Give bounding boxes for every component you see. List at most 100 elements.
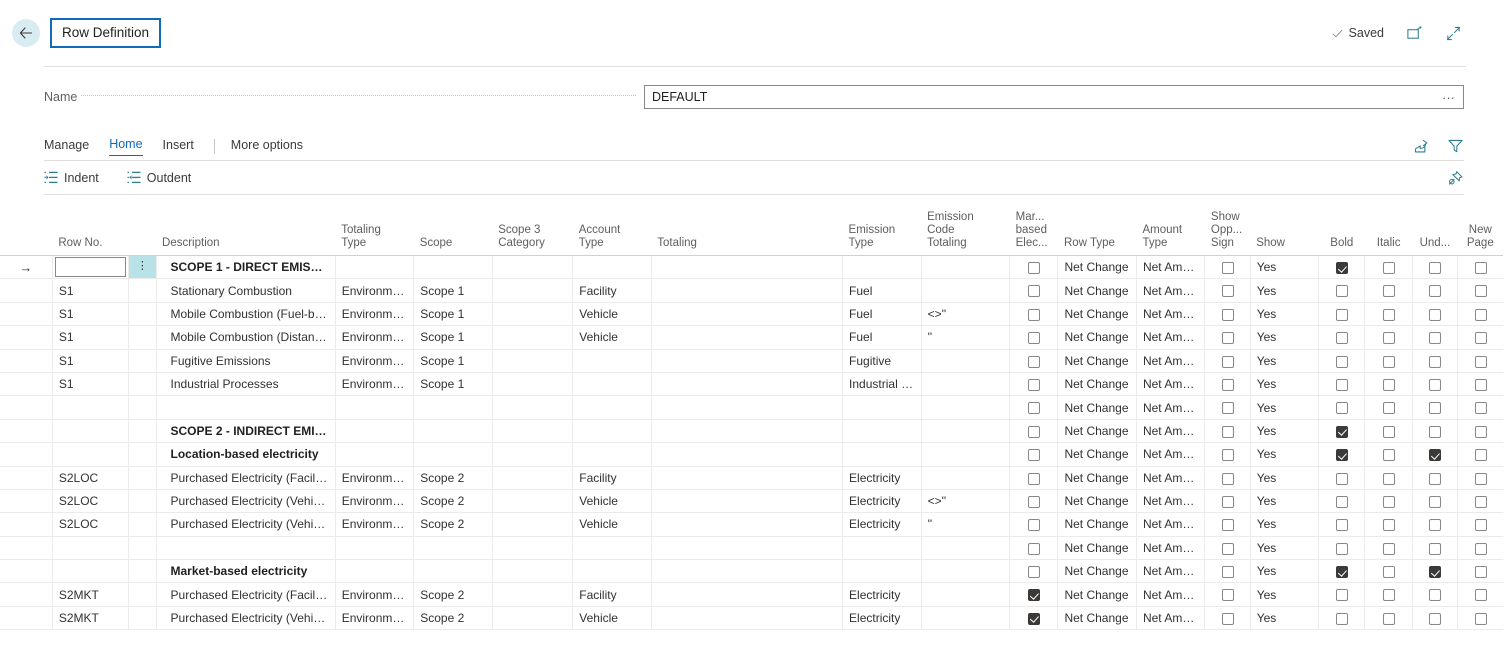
checkbox[interactable] [1335, 542, 1348, 555]
cell-scope3-category[interactable] [492, 395, 574, 420]
cell-emission-type[interactable]: Fuel [842, 302, 922, 327]
row-menu-button[interactable] [128, 349, 157, 373]
checkbox[interactable] [1474, 402, 1487, 415]
cell-description[interactable]: Location-based electricity [156, 442, 336, 467]
cell-scope[interactable]: Scope 2 [413, 512, 493, 537]
page-title[interactable]: Row Definition [50, 17, 162, 49]
cell-emission-type[interactable]: Electricity [842, 606, 922, 631]
share-button[interactable] [1414, 138, 1431, 154]
cell-show[interactable]: Yes [1250, 442, 1320, 467]
checkbox[interactable] [1428, 285, 1441, 298]
cell-emission-type[interactable]: Fugitive [842, 349, 922, 373]
checkbox[interactable] [1474, 285, 1487, 298]
checkbox[interactable] [1474, 425, 1487, 438]
cell-bold[interactable] [1318, 512, 1366, 537]
cell-amount-type[interactable]: Net Amount [1136, 582, 1206, 607]
cell-totaling-type[interactable] [335, 419, 415, 444]
cell-underline[interactable] [1412, 606, 1459, 631]
checkbox[interactable] [1382, 519, 1395, 532]
cell-italic[interactable] [1364, 325, 1413, 350]
checkbox[interactable] [1335, 308, 1348, 321]
cell-row-type[interactable]: Net Change [1057, 512, 1137, 537]
cell-new-page[interactable] [1457, 442, 1503, 467]
checkbox[interactable] [1428, 542, 1441, 555]
cell-totaling-type[interactable]: Environme... [335, 489, 415, 514]
checkbox[interactable] [1221, 589, 1234, 602]
cell-totaling[interactable] [651, 325, 844, 350]
cell-scope3-category[interactable] [492, 255, 574, 280]
cell-bold[interactable] [1318, 559, 1366, 584]
cell-show[interactable]: Yes [1250, 278, 1320, 303]
cell-italic[interactable] [1364, 536, 1413, 561]
cell-italic[interactable] [1364, 372, 1413, 397]
checkbox[interactable] [1335, 378, 1348, 391]
cell-bold[interactable] [1318, 372, 1366, 397]
cell-account-type[interactable] [572, 372, 652, 397]
checkbox[interactable] [1335, 285, 1348, 298]
cell-account-type[interactable]: Vehicle [572, 606, 652, 631]
cell-emission-type[interactable]: Electricity [842, 489, 922, 514]
cell-show-opposite-sign[interactable] [1204, 278, 1251, 303]
header-show[interactable]: Show [1250, 211, 1319, 256]
cell-emission-type[interactable]: Industrial P... [842, 372, 922, 397]
checkbox[interactable] [1428, 449, 1441, 462]
name-lookup-button[interactable]: ··· [1440, 91, 1457, 104]
cell-account-type[interactable] [572, 442, 652, 467]
cell-scope3-category[interactable] [492, 582, 574, 607]
cell-account-type[interactable] [572, 395, 652, 420]
row-no-input[interactable] [54, 257, 127, 278]
open-in-new-window-button[interactable] [1406, 25, 1423, 42]
cell-row-type[interactable]: Net Change [1057, 325, 1137, 350]
cell-emission-code-totaling[interactable] [921, 372, 1011, 397]
cell-bold[interactable] [1318, 466, 1366, 490]
tab-home[interactable]: Home [109, 137, 143, 156]
checkbox[interactable] [1027, 285, 1040, 298]
cell-underline[interactable] [1412, 302, 1459, 327]
cell-description[interactable]: Purchased Electricity (Facilities) [156, 466, 336, 490]
cell-row-no[interactable]: S2LOC [52, 489, 130, 514]
header-totaling[interactable]: Totaling [651, 211, 843, 256]
cell-emission-type[interactable] [842, 442, 922, 467]
cell-account-type[interactable]: Facility [572, 582, 652, 607]
checkbox[interactable] [1382, 378, 1395, 391]
cell-bold[interactable] [1318, 489, 1366, 514]
cell-market-based-electricity[interactable] [1009, 582, 1059, 607]
checkbox[interactable] [1428, 495, 1441, 508]
cell-italic[interactable] [1364, 466, 1413, 490]
checkbox[interactable] [1335, 495, 1348, 508]
cell-italic[interactable] [1364, 489, 1413, 514]
checkbox[interactable] [1221, 495, 1234, 508]
cell-account-type[interactable]: Facility [572, 278, 652, 303]
cell-bold[interactable] [1318, 255, 1366, 280]
cell-show[interactable]: Yes [1250, 489, 1320, 514]
cell-scope[interactable] [413, 536, 493, 561]
row-menu-button[interactable] [128, 372, 157, 397]
cell-totaling[interactable] [651, 349, 844, 373]
cell-italic[interactable] [1364, 255, 1413, 280]
checkbox[interactable] [1428, 472, 1441, 485]
checkbox[interactable] [1027, 355, 1040, 368]
cell-amount-type[interactable]: Net Amount [1136, 512, 1206, 537]
cell-scope[interactable]: Scope 1 [413, 278, 493, 303]
cell-emission-code-totaling[interactable] [921, 606, 1011, 631]
row-menu-button[interactable] [128, 302, 157, 327]
cell-show-opposite-sign[interactable] [1204, 582, 1251, 607]
cell-new-page[interactable] [1457, 349, 1503, 373]
cell-scope3-category[interactable] [492, 559, 574, 584]
cell-show[interactable]: Yes [1250, 395, 1320, 420]
cell-amount-type[interactable]: Net Amount [1136, 349, 1206, 373]
checkbox[interactable] [1474, 378, 1487, 391]
checkbox[interactable] [1474, 495, 1487, 508]
cell-show-opposite-sign[interactable] [1204, 442, 1251, 467]
cell-market-based-electricity[interactable] [1009, 349, 1059, 373]
cell-show-opposite-sign[interactable] [1204, 419, 1251, 444]
cell-totaling-type[interactable]: Environme... [335, 512, 415, 537]
cell-bold[interactable] [1318, 325, 1366, 350]
header-scope3-category[interactable]: Scope 3 Category [492, 211, 573, 256]
cell-scope3-category[interactable] [492, 606, 574, 631]
checkbox[interactable] [1428, 378, 1441, 391]
cell-italic[interactable] [1364, 349, 1413, 373]
cell-scope3-category[interactable] [492, 489, 574, 514]
cell-row-type[interactable]: Net Change [1057, 419, 1137, 444]
outdent-action[interactable]: Outdent [127, 171, 191, 185]
